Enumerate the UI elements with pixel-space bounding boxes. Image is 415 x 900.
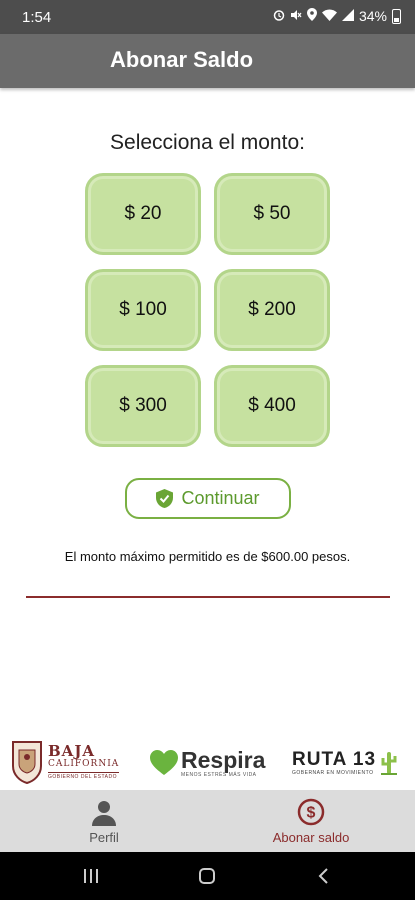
battery-icon <box>392 8 401 24</box>
mute-icon <box>290 9 302 24</box>
shield-check-icon <box>156 489 174 508</box>
page-title: Abonar Saldo <box>110 47 254 72</box>
home-icon <box>199 868 215 884</box>
amount-button-400[interactable]: $ 400 <box>214 365 330 447</box>
respira-logo: Respira MENOS ESTRÉS MÁS VIDA <box>150 748 265 778</box>
max-amount-note: El monto máximo permitido es de $600.00 … <box>64 549 351 564</box>
nav-perfil[interactable]: Perfil <box>62 790 146 852</box>
ruta-word: RUTA 13 <box>292 749 377 770</box>
amount-button-100[interactable]: $ 100 <box>85 269 201 351</box>
amount-prompt: Selecciona el monto: <box>110 131 305 154</box>
status-time: 1:54 <box>22 9 52 26</box>
signal-icon <box>341 8 354 24</box>
heart-leaf-icon <box>150 750 178 775</box>
back-icon <box>318 868 328 884</box>
system-navigation-bar <box>0 852 415 900</box>
amount-button-50[interactable]: $ 50 <box>214 173 330 255</box>
state-seal-icon <box>12 741 42 784</box>
status-icons: 34% <box>273 8 401 24</box>
person-icon <box>92 801 116 826</box>
amount-button-300[interactable]: $ 300 <box>85 365 201 447</box>
amount-button-20[interactable]: $ 20 <box>85 173 201 255</box>
continue-label: Continuar <box>181 488 260 508</box>
location-icon <box>306 8 317 24</box>
recent-apps-button[interactable] <box>76 864 106 888</box>
svg-text:$: $ <box>307 805 316 822</box>
baja-line3: GOBIERNO DEL ESTADO <box>48 771 120 780</box>
respira-word: Respira <box>181 747 266 773</box>
wifi-icon <box>321 9 337 24</box>
baja-line1: BAJA <box>48 741 96 760</box>
app-bar: Abonar Saldo <box>0 34 415 88</box>
recent-apps-icon <box>84 869 98 883</box>
home-button[interactable] <box>192 864 222 888</box>
battery-percent: 34% <box>358 8 387 24</box>
back-button[interactable] <box>308 864 338 888</box>
respira-tagline: MENOS ESTRÉS MÁS VIDA <box>181 772 257 778</box>
ruta-tagline: GOBERNAR EN MOVIMIENTO <box>292 770 374 776</box>
amount-button-200[interactable]: $ 200 <box>214 269 330 351</box>
baja-line2: CALIFORNIA <box>48 758 120 769</box>
ruta13-logo: RUTA 13 GOBERNAR EN MOVIMIENTO <box>292 750 399 776</box>
cactus-icon <box>381 752 398 775</box>
baja-california-logo: BAJA CALIFORNIA GOBIERNO DEL ESTADO <box>10 738 120 784</box>
nav-abonar-saldo[interactable]: $ Abonar saldo <box>256 790 366 852</box>
nav-abonar-label: Abonar saldo <box>272 830 350 845</box>
continue-button[interactable]: Continuar <box>125 478 291 519</box>
divider <box>26 596 390 598</box>
bottom-navigation: Perfil $ Abonar saldo <box>0 790 415 852</box>
status-bar: 1:54 34% <box>0 0 415 34</box>
alarm-icon <box>273 9 285 24</box>
nav-perfil-label: Perfil <box>89 830 119 845</box>
dollar-circle-icon: $ <box>297 798 325 826</box>
